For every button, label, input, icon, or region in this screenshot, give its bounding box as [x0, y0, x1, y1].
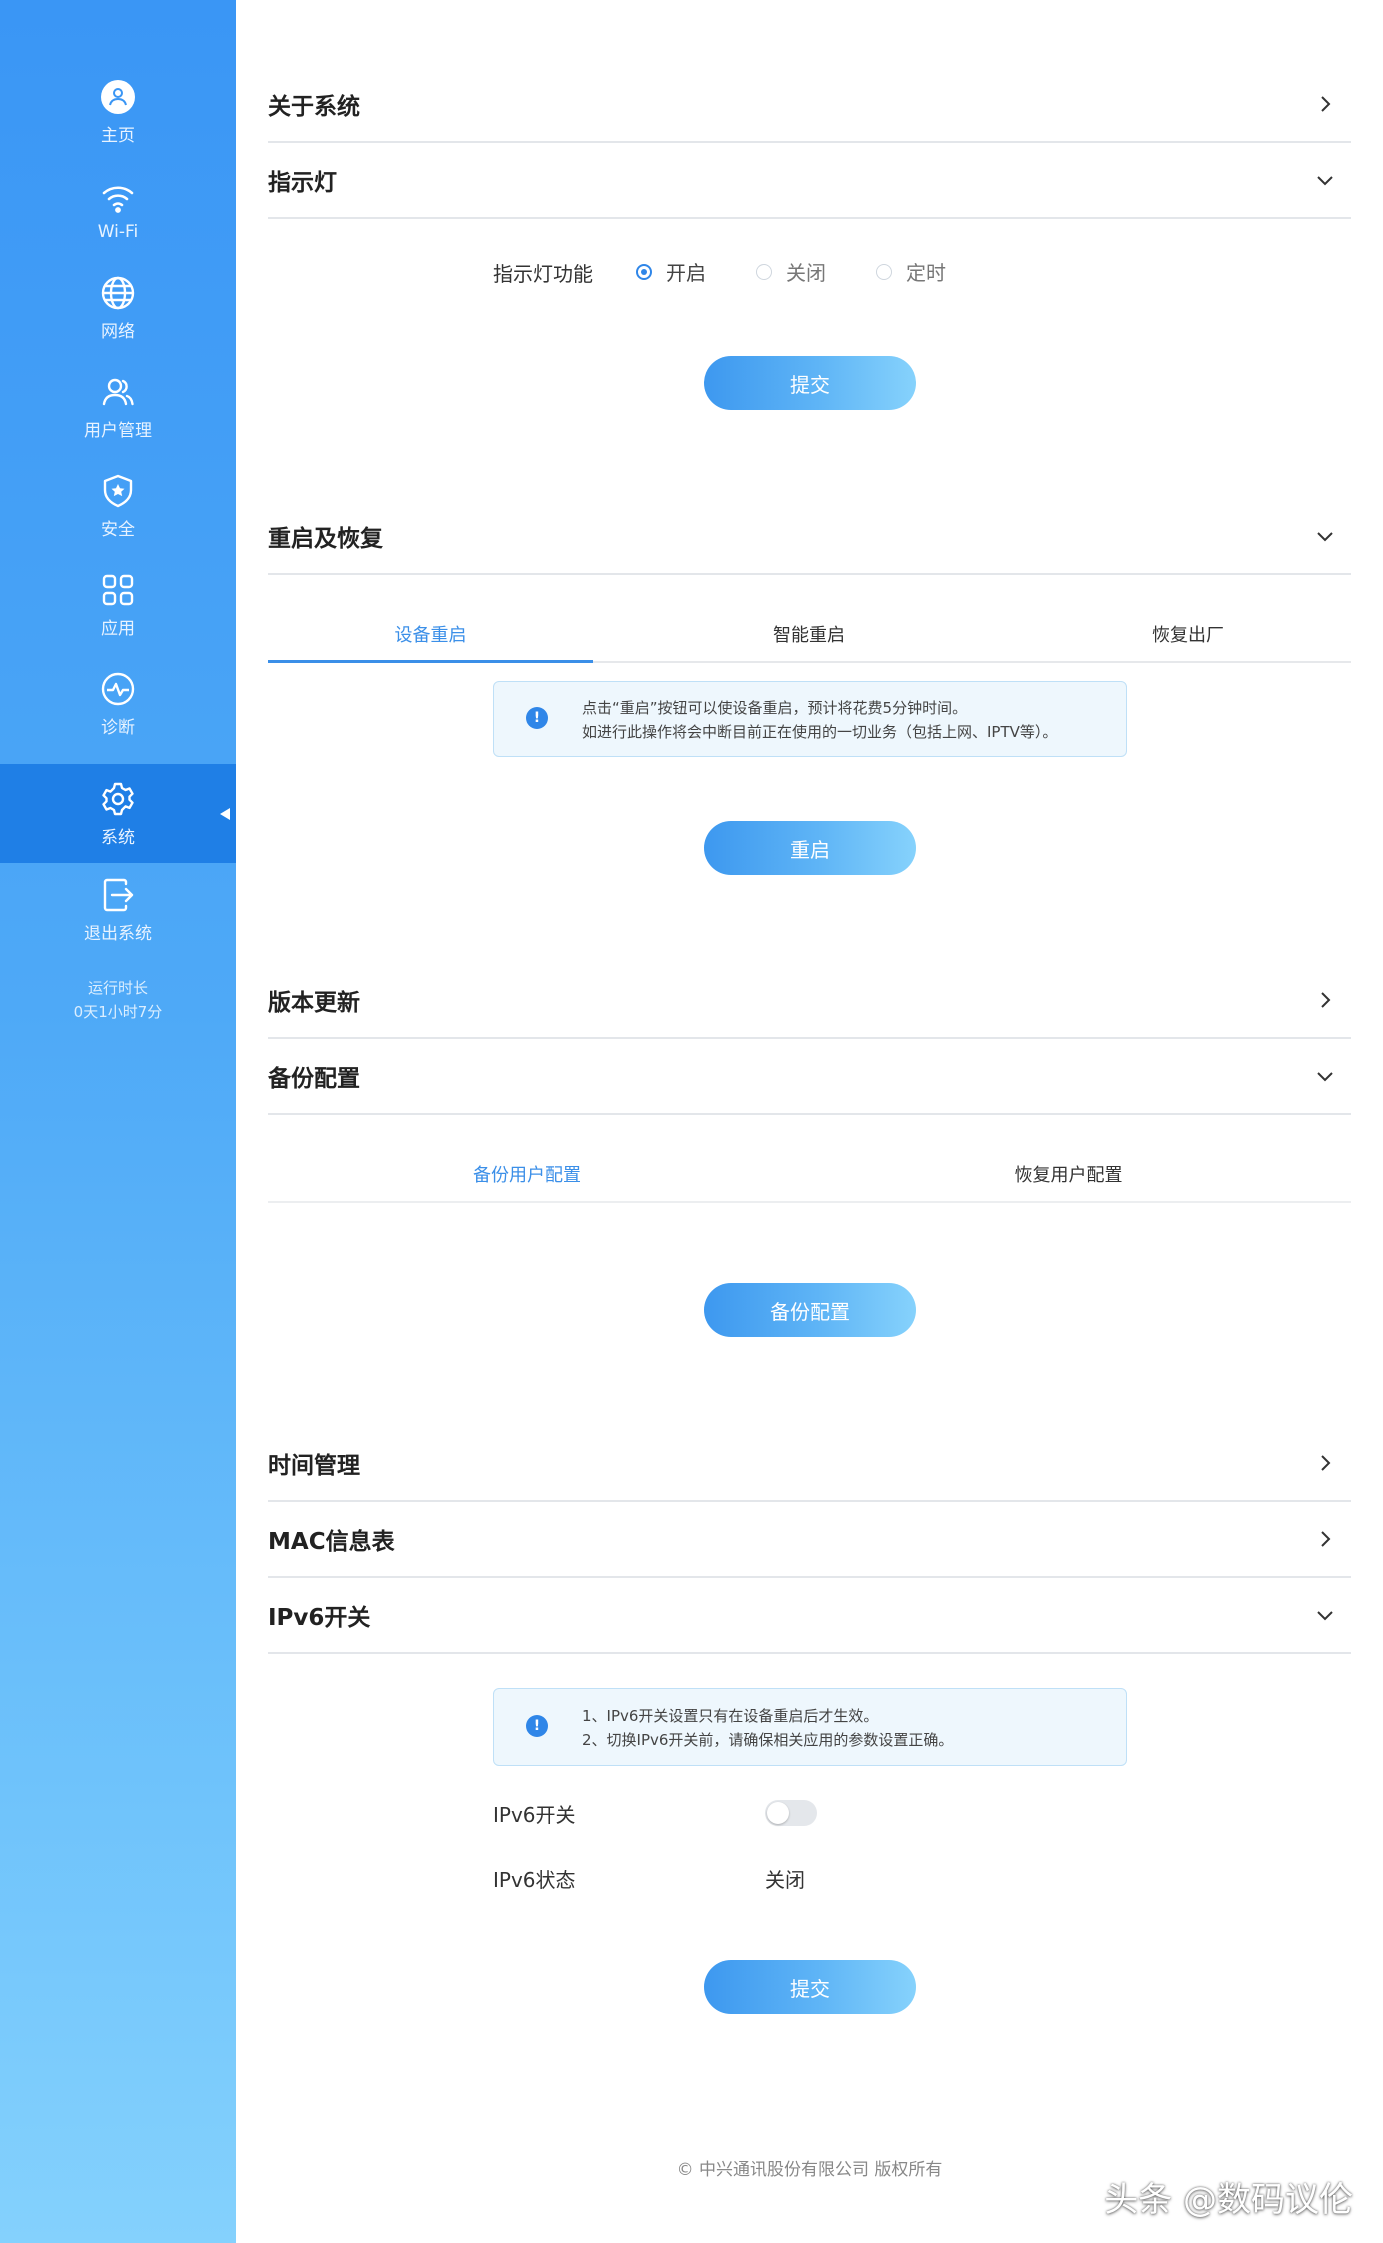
sidebar-item-label: Wi-Fi — [97, 221, 139, 242]
sidebar-item-security[interactable]: 安全 — [0, 456, 236, 555]
chevron-right-icon — [1313, 1451, 1337, 1475]
sidebar-item-diagnose[interactable]: 诊断 — [0, 654, 236, 753]
tab-factory-reset[interactable]: 恢复出厂 — [1025, 607, 1351, 661]
globe-icon — [98, 273, 138, 313]
info-icon: ! — [526, 1715, 548, 1737]
tab-backup-config[interactable]: 备份用户配置 — [268, 1147, 786, 1201]
tab-device-reboot[interactable]: 设备重启 — [268, 607, 593, 661]
chevron-down-icon — [1313, 524, 1337, 548]
section-mac-header[interactable]: MAC信息表 — [268, 1501, 1351, 1578]
indicator-submit-button[interactable]: 提交 — [704, 356, 916, 410]
ipv6-status-value: 关闭 — [765, 1868, 805, 1892]
radio-label: 定时 — [906, 261, 946, 285]
reboot-button[interactable]: 重启 — [704, 821, 916, 875]
reboot-notice: ! 点击“重启”按钮可以使设备重启，预计将花费5分钟时间。 如进行此操作将会中断… — [493, 681, 1127, 757]
tab-restore-config[interactable]: 恢复用户配置 — [786, 1147, 1351, 1201]
shield-icon — [98, 471, 138, 511]
radio-label: 开启 — [666, 261, 706, 285]
watermark: 头条 @数码议伦 — [1104, 2180, 1353, 2220]
section-title: 关于系统 — [268, 93, 360, 120]
radio-indicator-off[interactable]: 关闭 — [756, 257, 826, 286]
radio-indicator-on[interactable]: 开启 — [636, 257, 706, 286]
radio-indicator-timer[interactable]: 定时 — [876, 257, 946, 286]
ipv6-status-label: IPv6状态 — [493, 1868, 576, 1892]
ipv6-submit-button[interactable]: 提交 — [704, 1960, 916, 2014]
diagnose-icon — [98, 669, 138, 709]
wifi-icon — [98, 178, 138, 218]
sidebar-item-logout[interactable]: 退出系统 — [0, 860, 236, 959]
section-indicator-header[interactable]: 指示灯 — [268, 142, 1351, 219]
sidebar-item-label: 网络 — [101, 322, 135, 342]
sidebar-item-label: 系统 — [101, 828, 135, 848]
sidebar-item-label: 安全 — [101, 520, 135, 540]
section-title: IPv6开关 — [268, 1604, 371, 1631]
section-version-header[interactable]: 版本更新 — [268, 962, 1351, 1039]
section-about-header[interactable]: 关于系统 — [268, 66, 1351, 143]
uptime-label: 运行时长 — [87, 979, 148, 997]
chevron-right-icon — [1313, 1527, 1337, 1551]
sidebar-item-label: 主页 — [101, 126, 135, 146]
info-icon: ! — [526, 707, 548, 729]
section-time-header[interactable]: 时间管理 — [268, 1425, 1351, 1502]
backup-config-button[interactable]: 备份配置 — [704, 1283, 916, 1337]
section-title: 时间管理 — [268, 1452, 360, 1479]
indicator-field-label: 指示灯功能 — [493, 262, 593, 286]
chevron-down-icon — [1313, 1603, 1337, 1627]
notice-text-line2: 如进行此操作将会中断目前正在使用的一切业务（包括上网、IPTV等）。 — [582, 723, 1058, 741]
chevron-right-icon — [1313, 988, 1337, 1012]
sidebar-item-users[interactable]: 用户管理 — [0, 357, 236, 456]
sidebar-item-home[interactable]: 主页 — [0, 62, 236, 161]
sidebar-item-network[interactable]: 网络 — [0, 258, 236, 357]
section-reboot-header[interactable]: 重启及恢复 — [268, 498, 1351, 575]
sidebar-item-wifi[interactable]: Wi-Fi — [0, 160, 236, 259]
section-title: 版本更新 — [268, 989, 360, 1016]
section-ipv6-header[interactable]: IPv6开关 — [268, 1577, 1351, 1654]
backup-tabs: 备份用户配置 恢复用户配置 — [268, 1147, 1351, 1203]
section-title: MAC信息表 — [268, 1528, 395, 1555]
sidebar-item-label: 用户管理 — [84, 421, 152, 441]
gear-icon — [98, 779, 138, 819]
reboot-tabs: 设备重启 智能重启 恢复出厂 — [268, 607, 1351, 663]
sidebar-item-label: 诊断 — [101, 718, 135, 738]
sidebar-item-apps[interactable]: 应用 — [0, 555, 236, 654]
uptime-value: 0天1小时7分 — [73, 1003, 163, 1021]
section-title: 备份配置 — [268, 1065, 360, 1092]
tab-smart-reboot[interactable]: 智能重启 — [593, 607, 1025, 661]
chevron-down-icon — [1313, 168, 1337, 192]
section-title: 重启及恢复 — [268, 525, 383, 552]
ipv6-toggle[interactable] — [765, 1800, 817, 1826]
sidebar-item-label: 退出系统 — [84, 924, 152, 944]
apps-grid-icon — [98, 570, 138, 610]
logout-icon — [98, 875, 138, 915]
active-tab-indicator — [268, 660, 593, 663]
toggle-knob — [767, 1802, 789, 1824]
sidebar: 主页 Wi-Fi 网络 用户管理 安全 应用 诊断 系统 退出系统 运行时长 0… — [0, 0, 236, 2243]
chevron-right-icon — [1313, 92, 1337, 116]
radio-label: 关闭 — [786, 261, 826, 285]
section-backup-header[interactable]: 备份配置 — [268, 1038, 1351, 1115]
chevron-down-icon — [1313, 1064, 1337, 1088]
notice-text-line2: 2、切换IPv6开关前，请确保相关应用的参数设置正确。 — [582, 1731, 954, 1749]
home-avatar-icon — [98, 77, 138, 117]
section-title: 指示灯 — [268, 169, 337, 196]
notice-text-line1: 点击“重启”按钮可以使设备重启，预计将花费5分钟时间。 — [582, 699, 968, 717]
users-icon — [98, 372, 138, 412]
sidebar-item-system[interactable]: 系统 — [0, 764, 236, 863]
ipv6-notice: ! 1、IPv6开关设置只有在设备重启后才生效。 2、切换IPv6开关前，请确保… — [493, 1688, 1127, 1766]
notice-text-line1: 1、IPv6开关设置只有在设备重启后才生效。 — [582, 1707, 879, 1725]
ipv6-switch-label: IPv6开关 — [493, 1803, 576, 1827]
sidebar-item-label: 应用 — [101, 619, 135, 639]
